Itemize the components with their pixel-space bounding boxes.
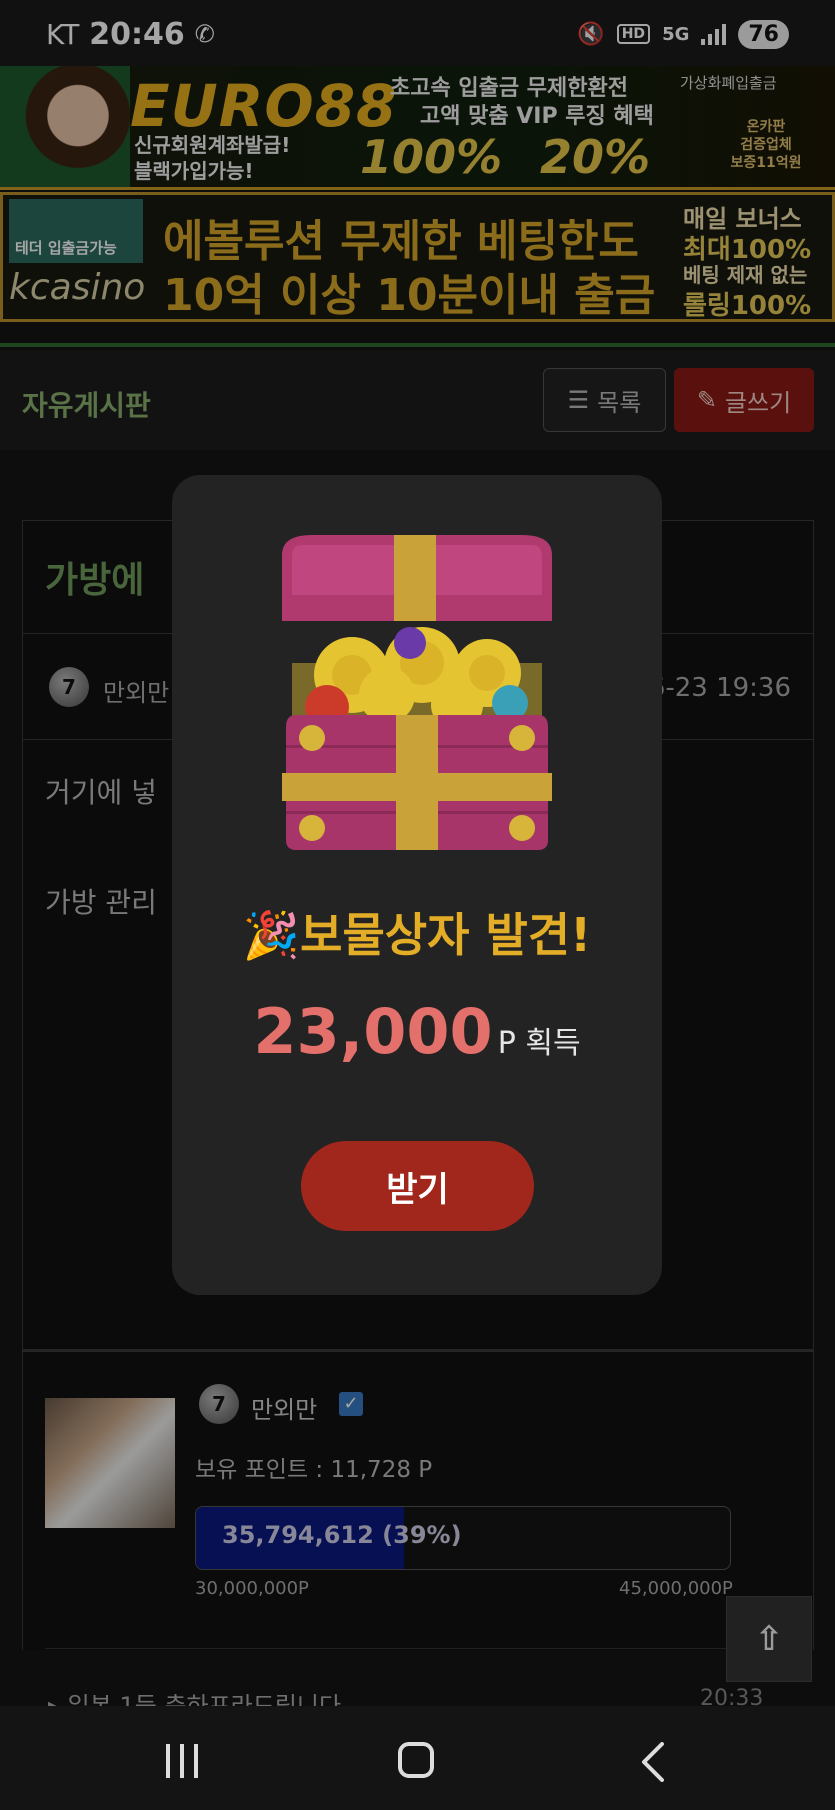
modal-title-text: 보물상자 발견! (300, 908, 592, 962)
recent-apps-button[interactable] (166, 1744, 198, 1778)
claim-button[interactable]: 받기 (301, 1141, 534, 1231)
modal-title: 🎉보물상자 발견! (172, 899, 662, 965)
reward-amount: 23,000 P 획득 (172, 995, 662, 1068)
reward-unit: P 획득 (497, 1026, 581, 1061)
home-button[interactable] (398, 1742, 434, 1778)
back-button[interactable] (638, 1742, 668, 1782)
system-nav-bar (0, 1706, 835, 1810)
treasure-modal: 🎉보물상자 발견! 23,000 P 획득 받기 (172, 475, 662, 1295)
party-popper-icon: 🎉 (242, 908, 301, 962)
reward-number: 23,000 (253, 995, 493, 1068)
treasure-chest-icon (282, 535, 552, 850)
